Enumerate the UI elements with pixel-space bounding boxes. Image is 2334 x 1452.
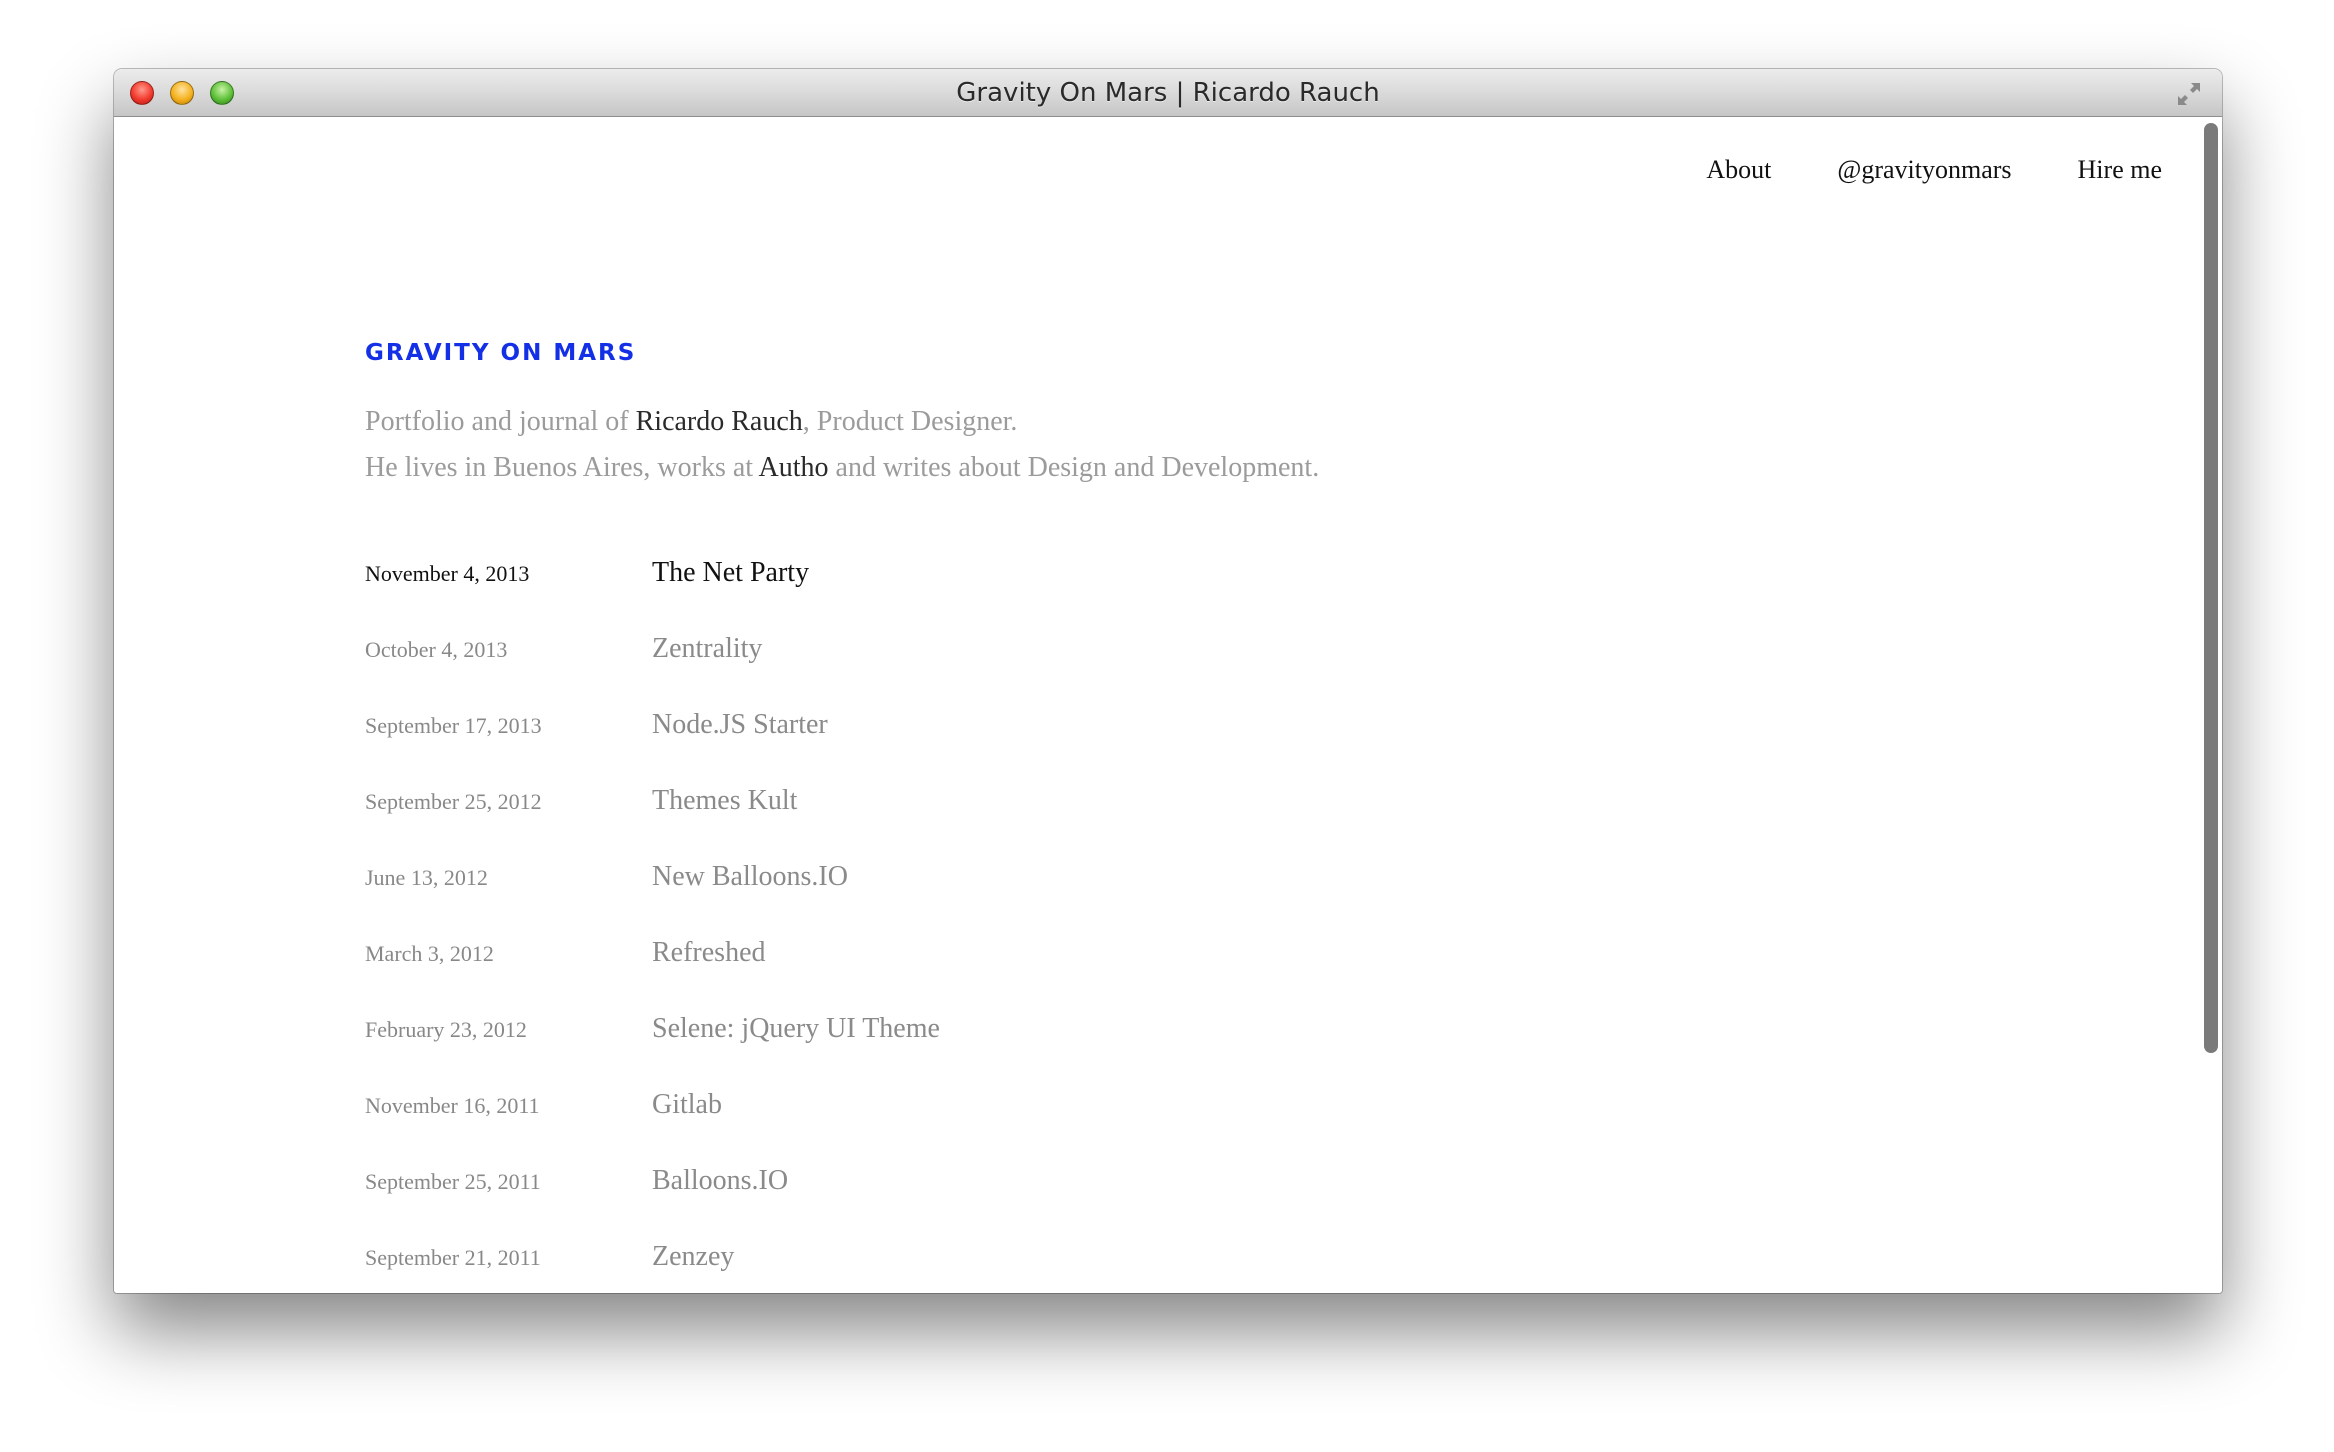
post-title-link[interactable]: Selene: jQuery UI Theme <box>652 1013 940 1045</box>
post-item: September 25, 2012 Themes Kult <box>365 785 940 861</box>
post-date: November 4, 2013 <box>365 561 530 586</box>
post-item: March 3, 2012 Refreshed <box>365 937 940 1013</box>
author-link[interactable]: Ricardo Rauch <box>636 406 803 437</box>
window-titlebar[interactable]: Gravity On Mars | Ricardo Rauch <box>114 69 2222 117</box>
intro-line-2: He lives in Buenos Aires, works at Autho… <box>365 445 1319 491</box>
post-date: September 25, 2011 <box>365 1169 541 1194</box>
post-list: November 4, 2013 The Net Party October 4… <box>365 557 940 1293</box>
post-title-link[interactable]: New Balloons.IO <box>652 861 848 893</box>
post-title-link[interactable]: Balloons.IO <box>652 1165 788 1197</box>
intro-line-2-suffix: and writes about Design and Development. <box>828 452 1320 483</box>
post-title-link[interactable]: Refreshed <box>652 937 766 969</box>
post-title-link[interactable]: Gitlab <box>652 1089 722 1121</box>
site-title[interactable]: GRAVITY ON MARS <box>365 339 636 367</box>
top-nav: About @gravityonmars Hire me <box>1706 155 2162 185</box>
post-date: March 3, 2012 <box>365 941 494 966</box>
post-date: September 25, 2012 <box>365 789 542 814</box>
nav-twitter-link[interactable]: @gravityonmars <box>1837 155 2011 185</box>
post-date: November 16, 2011 <box>365 1093 540 1118</box>
post-item: June 13, 2012 New Balloons.IO <box>365 861 940 937</box>
post-date: September 21, 2011 <box>365 1245 541 1270</box>
post-item: September 21, 2011 Zenzey <box>365 1241 940 1293</box>
nav-hire-me-link[interactable]: Hire me <box>2078 155 2162 185</box>
browser-window: Gravity On Mars | Ricardo Rauch About @g… <box>114 69 2222 1293</box>
post-item: February 23, 2012 Selene: jQuery UI Them… <box>365 1013 940 1089</box>
post-title-link[interactable]: Themes Kult <box>652 785 797 817</box>
post-title-link[interactable]: Zentrality <box>652 633 762 665</box>
post-date: February 23, 2012 <box>365 1017 527 1042</box>
intro-line-2-prefix: He lives in Buenos Aires, works at <box>365 452 759 483</box>
page-content: About @gravityonmars Hire me GRAVITY ON … <box>114 117 2222 1293</box>
post-date: June 13, 2012 <box>365 865 488 890</box>
site-intro: Portfolio and journal of Ricardo Rauch, … <box>365 399 1319 491</box>
intro-line-1-prefix: Portfolio and journal of <box>365 406 636 437</box>
post-title-link[interactable]: Zenzey <box>652 1241 734 1273</box>
vertical-scrollbar[interactable] <box>2204 123 2218 1053</box>
post-title-link[interactable]: Node.JS Starter <box>652 709 828 741</box>
fullscreen-arrows-icon[interactable] <box>2174 79 2204 109</box>
window-title: Gravity On Mars | Ricardo Rauch <box>956 78 1380 108</box>
post-date: October 4, 2013 <box>365 637 508 662</box>
post-item: November 4, 2013 The Net Party <box>365 557 940 633</box>
post-date: September 17, 2013 <box>365 713 542 738</box>
post-title-link[interactable]: The Net Party <box>652 557 809 589</box>
post-item: September 17, 2013 Node.JS Starter <box>365 709 940 785</box>
nav-about-link[interactable]: About <box>1706 155 1771 185</box>
post-item: September 25, 2011 Balloons.IO <box>365 1165 940 1241</box>
employer-link[interactable]: Autho <box>759 452 829 483</box>
intro-line-1: Portfolio and journal of Ricardo Rauch, … <box>365 399 1319 445</box>
post-item: November 16, 2011 Gitlab <box>365 1089 940 1165</box>
intro-line-1-suffix: , Product Designer. <box>802 406 1018 437</box>
post-item: October 4, 2013 Zentrality <box>365 633 940 709</box>
